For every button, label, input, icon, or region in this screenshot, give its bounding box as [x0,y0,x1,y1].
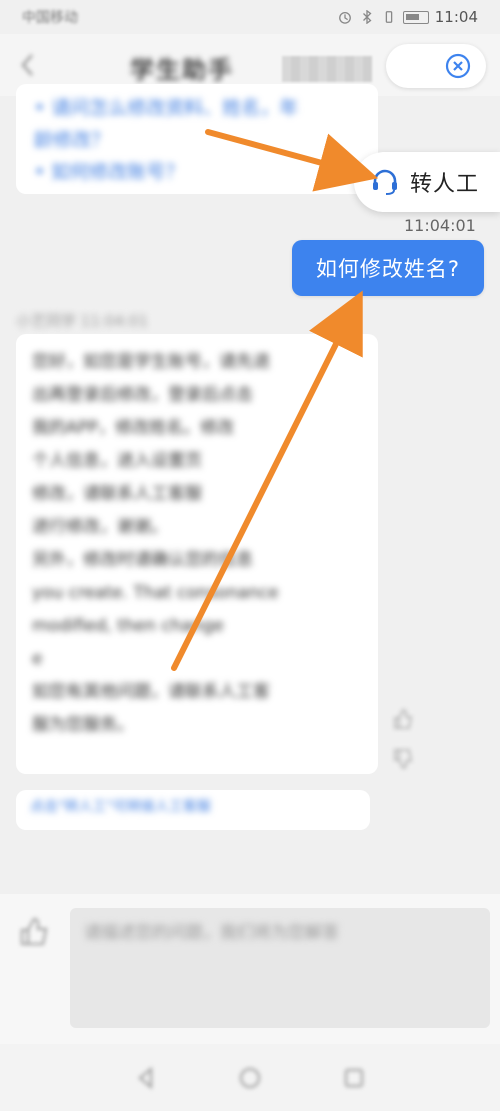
bot-reply-card: 您好，如您是学生账号，请先退 出再登录后修改，登录后点击 我的APP，修改姓名。… [16,334,378,774]
input-placeholder: 请描述您的问题，我们将为您解答 [84,923,339,943]
faq-link[interactable]: • 如何修改账号？ [34,156,378,188]
bot-reply-line: 出再登录后修改，登录后点击 [32,385,253,405]
transfer-label: 转人工 [410,172,480,197]
faq-link[interactable]: • 请问怎么修改资料、姓名，年 [34,92,378,124]
bot-reply-line: 您好，如您是学生账号，请先退 [32,352,270,372]
bot-reply-line: 如您有其他问题，请联系人工客 [32,682,270,702]
dislike-icon[interactable] [392,748,414,770]
vibrate-icon [385,11,393,23]
user-message-text: 如何修改姓名? [315,257,461,281]
faq-card: • 请问怎么修改资料、姓名，年 龄修改？ • 如何修改账号？ [16,84,378,194]
transfer-to-agent-button[interactable]: 转人工 [354,152,500,212]
faq-link[interactable]: 龄修改？ [34,124,378,156]
input-area: 请描述您的问题，我们将为您解答 [0,894,500,1044]
page-title: 学生助手 [130,56,234,84]
bot-reply-line: you create. That consonance [32,583,279,603]
bot-reply-line: 我的APP，修改姓名。修改 [32,418,235,438]
bot-reply-line: 服为您服务。 [32,715,134,735]
hint-text[interactable]: 点击"转人工"可转接人工客服 [16,790,370,822]
battery-icon [402,10,429,24]
bot-reply-line: 进行修改，谢谢。 [32,517,168,537]
bot-reply-line: 个人信息，进入设置页 [32,451,202,471]
close-button[interactable] [386,44,486,88]
status-bar: 中国移动 11:04 [0,0,500,34]
hint-card: 点击"转人工"可转接人工客服 [16,790,370,830]
alarm-icon [338,11,351,24]
bot-reply-line: 另外，修改时请确认您的信息 [32,550,253,570]
message-input[interactable]: 请描述您的问题，我们将为您解答 [70,908,490,1028]
feedback-controls [392,708,416,778]
bluetooth-icon [362,10,372,24]
back-chevron-icon[interactable] [18,52,38,78]
nav-back-icon[interactable] [134,1066,158,1090]
bot-reply-line: e [32,649,43,669]
bot-reply-line: 修改，请联系人工客服 [32,484,202,504]
thumbs-up-icon[interactable] [18,916,50,948]
bot-reply-line: modified, then change [32,616,224,636]
status-time: 11:04 [434,8,478,26]
message-timestamp: 11:04:01 [404,216,476,235]
like-icon[interactable] [392,708,414,730]
nav-recents-icon[interactable] [342,1066,366,1090]
user-message-bubble: 如何修改姓名? [292,240,484,296]
headset-icon [373,169,397,195]
carrier-label: 中国移动 [22,10,78,26]
status-left: 中国移动 [22,7,78,27]
close-circle-icon[interactable] [444,52,472,80]
nav-home-icon[interactable] [238,1066,262,1090]
system-nav-bar [0,1044,500,1111]
bot-name-label: 小艺同学 11:04:01 [16,312,149,330]
title-mosaic [282,56,372,82]
status-right: 11:04 [337,8,478,26]
